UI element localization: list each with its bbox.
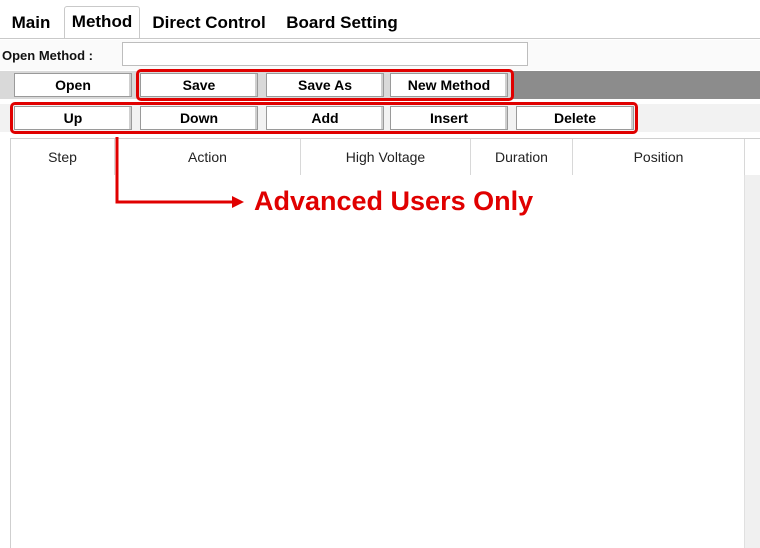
add-button[interactable]: Add xyxy=(266,106,384,130)
method-toolbar: Open Save Save As New Method xyxy=(0,71,760,99)
tab-method[interactable]: Method xyxy=(64,6,140,39)
delete-button[interactable]: Delete xyxy=(516,106,634,130)
tab-bar: Main Method Direct Control Board Setting xyxy=(0,0,760,39)
step-toolbar: Up Down Add Insert Delete xyxy=(0,104,760,132)
save-button[interactable]: Save xyxy=(140,73,258,97)
column-header-duration[interactable]: Duration xyxy=(471,139,573,175)
column-header-action[interactable]: Action xyxy=(115,139,301,175)
vertical-scrollbar[interactable] xyxy=(744,175,760,548)
table-body[interactable] xyxy=(11,175,744,548)
column-header-high-voltage[interactable]: High Voltage xyxy=(301,139,471,175)
column-header-position[interactable]: Position xyxy=(573,139,745,175)
open-method-label: Open Method : xyxy=(2,48,93,63)
table-header: Step Action High Voltage Duration Positi… xyxy=(11,138,760,176)
column-header-step[interactable]: Step xyxy=(11,139,115,175)
open-button[interactable]: Open xyxy=(14,73,132,97)
insert-button[interactable]: Insert xyxy=(390,106,508,130)
tab-divider xyxy=(0,38,760,39)
tab-board-setting[interactable]: Board Setting xyxy=(280,10,404,36)
open-method-row: Open Method : xyxy=(0,40,760,70)
new-method-button[interactable]: New Method xyxy=(390,73,508,97)
up-button[interactable]: Up xyxy=(14,106,132,130)
down-button[interactable]: Down xyxy=(140,106,258,130)
save-as-button[interactable]: Save As xyxy=(266,73,384,97)
advanced-users-annotation: Advanced Users Only xyxy=(254,186,534,216)
tab-main[interactable]: Main xyxy=(2,10,60,36)
tab-direct-control[interactable]: Direct Control xyxy=(144,10,274,36)
open-method-field[interactable] xyxy=(122,42,528,66)
